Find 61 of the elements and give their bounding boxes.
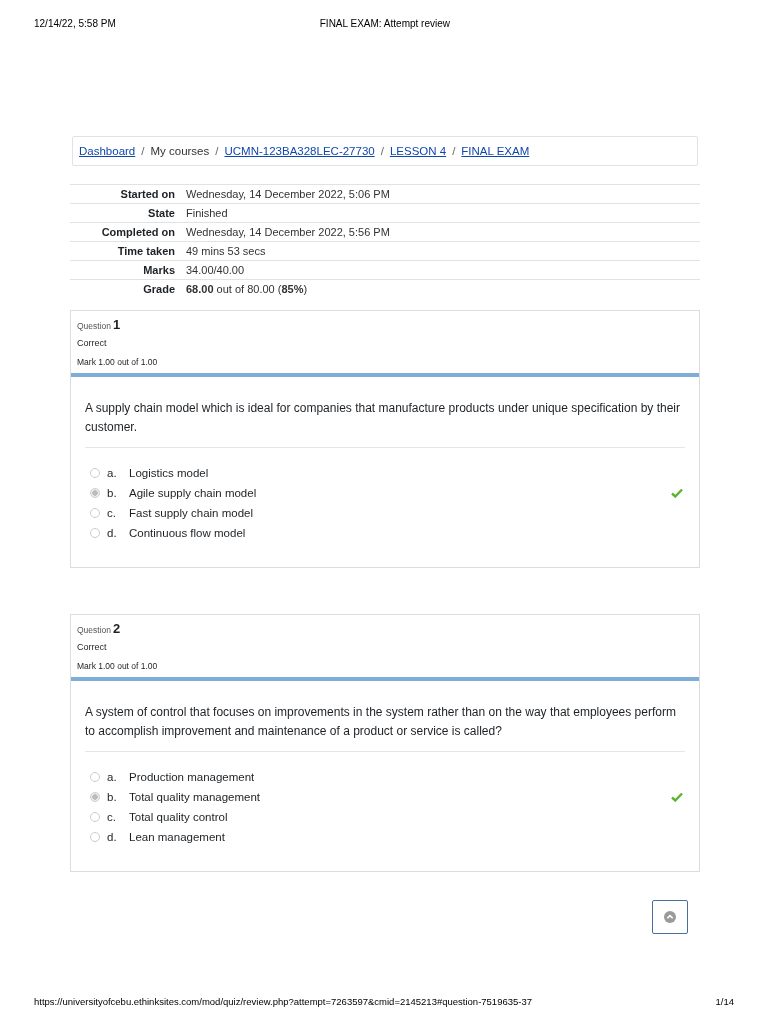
breadcrumb-link[interactable]: UCMN-123BA328LEC-27730 bbox=[224, 145, 375, 157]
chevron-up-circle-icon bbox=[664, 911, 676, 923]
summary-label: Grade bbox=[142, 283, 176, 295]
summary-value: Wednesday, 14 December 2022, 5:56 PM bbox=[186, 226, 390, 238]
scroll-to-top-button[interactable] bbox=[652, 900, 688, 934]
radio-button[interactable] bbox=[90, 832, 100, 842]
option-text: Total quality management bbox=[129, 791, 261, 803]
page-title: FINAL EXAM: Attempt review bbox=[319, 18, 450, 31]
summary-value: 68.00 out of 80.00 (85%) bbox=[186, 283, 308, 295]
breadcrumb-link[interactable]: LESSON 4 bbox=[389, 145, 447, 157]
radio-button[interactable] bbox=[90, 772, 100, 782]
option-letter: b. bbox=[107, 487, 118, 499]
question-status: Correct bbox=[77, 642, 108, 652]
option-text: Total quality control bbox=[129, 811, 228, 823]
option-text: Continuous flow model bbox=[129, 527, 246, 539]
question-label: Question bbox=[77, 321, 112, 331]
question-status: Correct bbox=[77, 338, 108, 348]
option-text: Agile supply chain model bbox=[129, 487, 257, 499]
summary-label: Completed on bbox=[100, 226, 176, 238]
option-text: Logistics model bbox=[129, 467, 209, 479]
page-url: https://universityofcebu.ethinksites.com/mod/quiz/review.php?attempt=7263597&cmid=2145213#question-7519635-37 bbox=[34, 996, 533, 1007]
option-letter: d. bbox=[107, 831, 118, 843]
radio-button[interactable] bbox=[90, 528, 100, 538]
summary-value: 49 mins 53 secs bbox=[186, 245, 266, 257]
question-mark: Mark 1.00 out of 1.00 bbox=[77, 357, 159, 367]
summary-value: Finished bbox=[186, 207, 228, 219]
summary-label: Started on bbox=[119, 188, 176, 200]
question-text: A system of control that focuses on improvements in the system rather than on the way that employees perform to accomplish improvement and maintenance of a product or service is called? bbox=[85, 703, 685, 752]
breadcrumb-link[interactable]: FINAL EXAM bbox=[461, 145, 530, 157]
option-text: Production management bbox=[129, 771, 255, 783]
breadcrumb-separator: / bbox=[452, 145, 456, 157]
summary-value: Wednesday, 14 December 2022, 5:06 PM bbox=[186, 188, 390, 200]
breadcrumb-separator: / bbox=[215, 145, 219, 157]
page-number: 1/14 bbox=[715, 996, 734, 1007]
question-label: Question bbox=[77, 625, 112, 635]
option-text: Lean management bbox=[129, 831, 225, 843]
breadcrumb-separator: / bbox=[141, 145, 145, 157]
question-mark: Mark 1.00 out of 1.00 bbox=[77, 661, 159, 671]
summary-label: Marks bbox=[142, 264, 176, 276]
option-letter: c. bbox=[107, 811, 117, 823]
breadcrumb-text: My courses bbox=[150, 145, 210, 157]
print-date: 12/14/22, 5:58 PM bbox=[34, 18, 116, 31]
breadcrumb-link[interactable]: Dashboard bbox=[79, 145, 136, 157]
question-number: 2 bbox=[113, 621, 121, 636]
option-letter: a. bbox=[107, 771, 118, 783]
option-letter: b. bbox=[107, 791, 118, 803]
option-letter: d. bbox=[107, 527, 118, 539]
radio-button[interactable] bbox=[90, 508, 100, 518]
summary-label: State bbox=[147, 207, 176, 219]
option-letter: c. bbox=[107, 507, 117, 519]
radio-button[interactable] bbox=[90, 792, 100, 802]
radio-button[interactable] bbox=[90, 468, 100, 478]
breadcrumb-separator: / bbox=[380, 145, 384, 157]
summary-value: 34.00/40.00 bbox=[186, 264, 245, 276]
radio-button[interactable] bbox=[90, 812, 100, 822]
summary-label: Time taken bbox=[116, 245, 176, 257]
radio-button[interactable] bbox=[90, 488, 100, 498]
question-text: A supply chain model which is ideal for companies that manufacture products under unique specification by their customer. bbox=[85, 399, 685, 448]
option-letter: a. bbox=[107, 467, 118, 479]
question-number: 1 bbox=[113, 317, 121, 332]
option-text: Fast supply chain model bbox=[129, 507, 253, 519]
